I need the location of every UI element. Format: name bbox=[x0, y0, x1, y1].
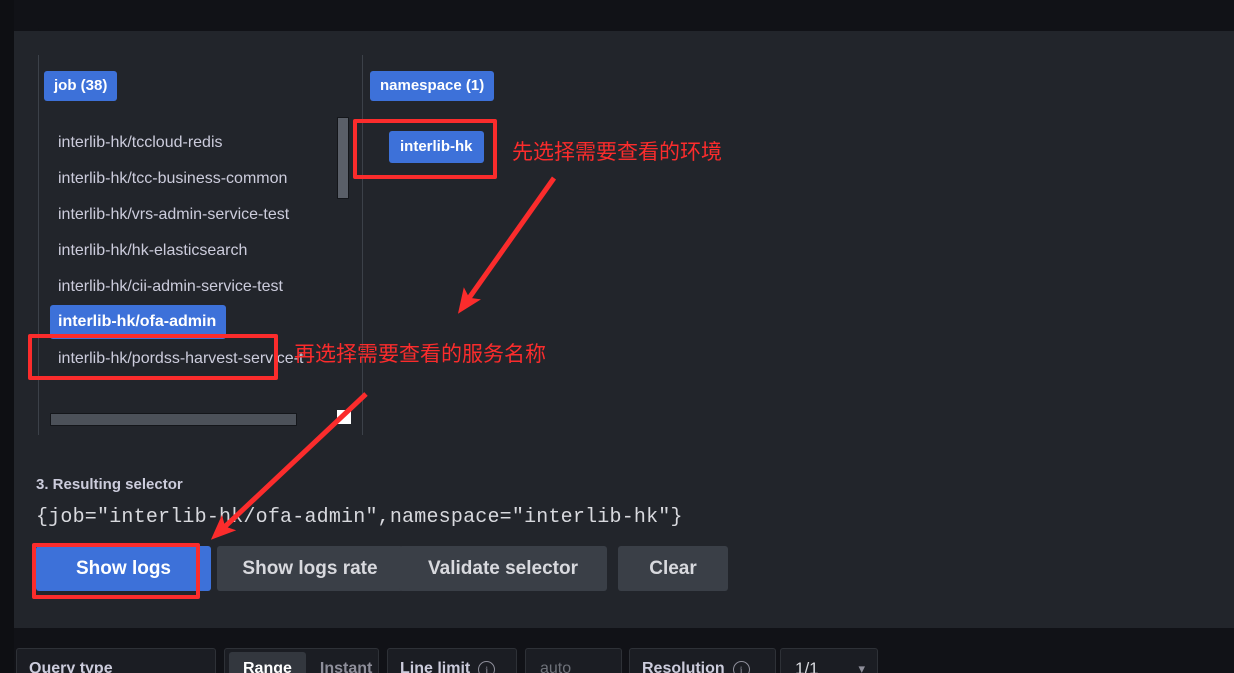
list-item[interactable]: interlib-hk/pordss-harvest-service-t bbox=[38, 341, 338, 377]
list-item-selected-job[interactable]: interlib-hk/ofa-admin bbox=[50, 305, 227, 339]
info-icon[interactable]: i bbox=[732, 660, 750, 673]
query-type-option-instant[interactable]: Instant bbox=[306, 652, 386, 673]
list-item[interactable]: interlib-hk/tccloud-redis bbox=[38, 125, 338, 161]
clear-button[interactable]: Clear bbox=[618, 546, 728, 591]
annotation-note-environment: 先选择需要查看的环境 bbox=[512, 140, 722, 164]
line-limit-input[interactable]: auto bbox=[526, 660, 585, 673]
query-options-bar: Query type Range Instant Line limit i au… bbox=[14, 648, 1234, 673]
line-limit-group: Line limit i bbox=[387, 648, 517, 673]
show-logs-rate-button[interactable]: Show logs rate bbox=[217, 546, 403, 591]
resolution-group: Resolution i bbox=[629, 648, 776, 673]
resulting-selector-title: 3. Resulting selector bbox=[36, 476, 183, 493]
line-limit-input-wrap[interactable]: auto bbox=[525, 648, 622, 673]
label-chip-job[interactable]: job (38) bbox=[44, 71, 118, 101]
job-list-scrollbar-vertical[interactable] bbox=[337, 117, 350, 427]
resolution-value: 1/1 bbox=[795, 659, 819, 673]
label-browser-panel: job (38) interlib-hk/tccloud-redis inter… bbox=[14, 31, 1234, 628]
query-type-radio-group: Range Instant bbox=[224, 648, 379, 673]
query-editor-top-area bbox=[38, 0, 1234, 31]
query-type-label: Query type bbox=[29, 660, 113, 673]
resolution-label: Resolution bbox=[642, 660, 725, 673]
resolution-select[interactable]: 1/1 ▾ bbox=[780, 648, 878, 673]
label-chip-namespace[interactable]: namespace (1) bbox=[370, 71, 495, 101]
list-item[interactable]: interlib-hk/vrs-admin-service-test bbox=[38, 197, 338, 233]
query-type-group: Query type bbox=[16, 648, 216, 673]
show-logs-button[interactable]: Show logs bbox=[36, 546, 211, 591]
list-item[interactable]: interlib-hk/tcc-business-common bbox=[38, 161, 338, 197]
value-list-job[interactable]: interlib-hk/tccloud-redis interlib-hk/tc… bbox=[38, 125, 338, 435]
chevron-down-icon: ▾ bbox=[858, 661, 865, 673]
resize-handle[interactable] bbox=[337, 410, 351, 424]
scrollbar-thumb-vertical[interactable] bbox=[337, 117, 349, 199]
validate-selector-button[interactable]: Validate selector bbox=[399, 546, 607, 591]
list-item-selected-namespace[interactable]: interlib-hk bbox=[389, 131, 484, 163]
left-rail bbox=[0, 0, 14, 673]
annotation-note-service: 再选择需要查看的服务名称 bbox=[294, 342, 546, 366]
column-divider-namespace bbox=[362, 55, 363, 435]
line-limit-label: Line limit bbox=[400, 660, 471, 673]
app-screen: job (38) interlib-hk/tccloud-redis inter… bbox=[0, 0, 1234, 673]
query-type-option-range[interactable]: Range bbox=[229, 652, 306, 673]
resulting-selector-value[interactable]: {job="interlib-hk/ofa-admin",namespace="… bbox=[36, 506, 683, 529]
job-list-scrollbar-horizontal[interactable] bbox=[50, 413, 297, 426]
info-icon[interactable]: i bbox=[478, 660, 496, 673]
list-item[interactable]: interlib-hk/cii-admin-service-test bbox=[38, 269, 338, 305]
list-item[interactable]: interlib-hk/hk-elasticsearch bbox=[38, 233, 338, 269]
